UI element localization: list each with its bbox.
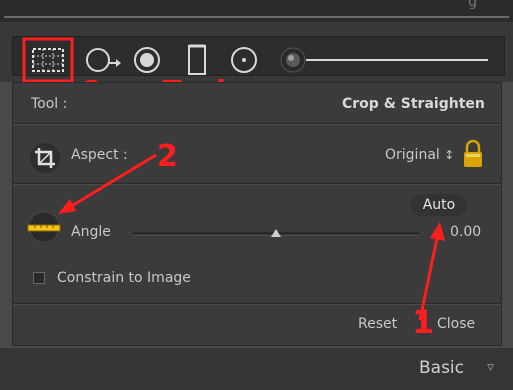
annotation-arrows (58, 153, 445, 321)
marker-1: 1 (412, 303, 435, 341)
arrowhead-to-straighten (58, 199, 76, 214)
marker-2: 2 (157, 139, 178, 174)
arrowhead-to-auto (430, 222, 445, 241)
arrow-to-straighten (69, 153, 157, 209)
